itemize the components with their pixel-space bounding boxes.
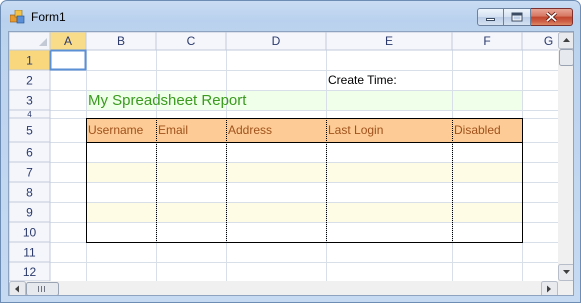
row-header-label: 5 <box>26 124 33 138</box>
row-header-label: 10 <box>23 226 37 240</box>
table-header-last-login: Last Login <box>328 123 383 137</box>
title-bar[interactable]: Form1 <box>1 1 580 31</box>
column-header-label: D <box>272 34 281 48</box>
table-body-band <box>86 162 522 182</box>
horizontal-scrollbar[interactable] <box>9 281 558 296</box>
maximize-icon <box>511 12 523 22</box>
row-header-label: 1 <box>26 54 33 68</box>
column-header-label: E <box>385 34 393 48</box>
table-header-address: Address <box>228 123 272 137</box>
app-icon <box>10 10 25 24</box>
column-header-label: G <box>544 34 553 48</box>
row-header-label: 11 <box>23 246 36 260</box>
table-header-username: Username <box>88 123 144 137</box>
column-header-label: A <box>64 34 72 48</box>
row-header-label: 6 <box>26 146 33 160</box>
minimize-button[interactable] <box>477 8 504 26</box>
spreadsheet-grid[interactable]: ABCDEFG 123456789101112 Create Time:My S… <box>9 32 574 296</box>
close-button[interactable] <box>531 8 573 26</box>
column-header-label: B <box>117 34 125 48</box>
row-header-label: 3 <box>26 94 33 108</box>
maximize-button[interactable] <box>504 8 531 26</box>
row-header-label: 7 <box>26 166 33 180</box>
spreadsheet-control[interactable]: ABCDEFG 1 2 3 4 5 6 7 8 9 10 11 12 Create Time: My S… <box>8 31 574 296</box>
column-header-label: F <box>483 34 490 48</box>
vertical-scroll-thumb[interactable] <box>559 49 574 66</box>
table-header-disabled: Disabled <box>454 123 501 137</box>
row-header-label: 12 <box>23 265 37 279</box>
caption-buttons <box>477 8 573 27</box>
row-header-label: 2 <box>26 74 33 88</box>
row-header-label: 9 <box>26 206 33 220</box>
row-header-label: 8 <box>26 186 33 200</box>
table-header-email: Email <box>158 123 188 137</box>
scrollbar-corner <box>558 281 573 295</box>
window-title: Form1 <box>31 10 66 24</box>
vertical-scrollbar[interactable] <box>558 32 574 281</box>
horizontal-scroll-thumb[interactable] <box>26 282 59 296</box>
create-time-label: Create Time: <box>328 73 397 87</box>
close-icon <box>545 11 558 23</box>
column-header-label: C <box>187 34 196 48</box>
select-all-corner[interactable] <box>9 32 51 51</box>
report-title: My Spreadsheet Report <box>88 92 247 109</box>
table-body-band <box>86 202 522 222</box>
app-window: Form1 A B C D E F G 1 2 3 4 5 6 7 8 9 10… <box>0 0 581 303</box>
minimize-icon <box>486 18 495 21</box>
